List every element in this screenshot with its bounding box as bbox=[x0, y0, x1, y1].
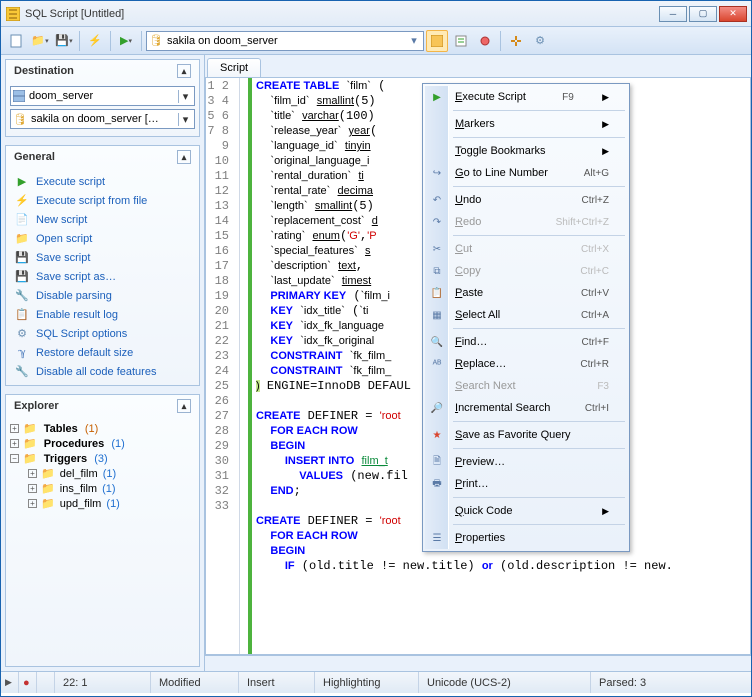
tree-triggers[interactable]: −📁 Triggers (3) bbox=[10, 451, 195, 466]
options-button[interactable]: ⚙ bbox=[529, 30, 551, 52]
status-highlighting: Highlighting bbox=[315, 672, 419, 693]
tree-trigger-item[interactable]: +📁 del_film (1) bbox=[10, 466, 195, 481]
menu-item[interactable]: 📋PasteCtrl+V bbox=[425, 282, 627, 304]
menu-item[interactable]: ▶Execute ScriptF9▶ bbox=[425, 86, 627, 108]
maximize-button[interactable]: ▢ bbox=[689, 6, 717, 22]
status-parsed: Parsed: 3 bbox=[591, 672, 751, 693]
sidebar: Destination ▴ doom_server ▾ 🛢 sakila on d… bbox=[1, 55, 205, 671]
general-link[interactable]: 📄New script bbox=[10, 210, 195, 229]
menu-item[interactable]: 🔎Incremental SearchCtrl+I bbox=[425, 397, 627, 419]
tab-script[interactable]: Script bbox=[207, 58, 261, 77]
general-link[interactable]: 📋Enable result log bbox=[10, 305, 195, 324]
status-bar: ▶ ● 22: 1 Modified Insert Highlighting U… bbox=[1, 671, 751, 693]
general-link[interactable]: ⚙SQL Script options bbox=[10, 324, 195, 343]
window-title: SQL Script [Untitled] bbox=[25, 8, 659, 20]
horizontal-scrollbar[interactable] bbox=[205, 655, 751, 671]
general-link[interactable]: 🔧Disable all code features bbox=[10, 362, 195, 381]
main-toolbar: 📁▾ 💾▾ ⚡ ▶▾ 🛢 sakila on doom_server ▾ ⚙ bbox=[1, 27, 751, 55]
general-link[interactable]: ℽRestore default size bbox=[10, 343, 195, 362]
save-button[interactable]: 💾▾ bbox=[53, 30, 75, 52]
close-button[interactable]: ✕ bbox=[719, 6, 747, 22]
open-button[interactable]: 📁▾ bbox=[29, 30, 51, 52]
minimize-button[interactable]: ─ bbox=[659, 6, 687, 22]
status-position: 22: 1 bbox=[55, 672, 151, 693]
tree-trigger-item[interactable]: +📁 ins_film (1) bbox=[10, 481, 195, 496]
menu-item[interactable]: ᴬᴮReplace…Ctrl+R bbox=[425, 353, 627, 375]
database-combo[interactable]: 🛢 sakila on doom_server [… ▾ bbox=[10, 109, 195, 129]
general-link[interactable]: ▶Execute script bbox=[10, 172, 195, 191]
menu-item: ↷RedoShift+Ctrl+Z bbox=[425, 211, 627, 233]
menu-item[interactable]: ↪Go to Line NumberAlt+G bbox=[425, 162, 627, 184]
tree-procedures[interactable]: +📁 Procedures (1) bbox=[10, 436, 195, 451]
tree-trigger-item[interactable]: +📁 upd_film (1) bbox=[10, 496, 195, 511]
folder-open-icon: 📁 bbox=[31, 34, 45, 47]
execute-bolt-button[interactable]: ⚡ bbox=[84, 30, 106, 52]
general-link[interactable]: ⚡Execute script from file bbox=[10, 191, 195, 210]
play-status-icon[interactable]: ▶ bbox=[5, 677, 12, 688]
option-c-button[interactable] bbox=[474, 30, 496, 52]
editor-area: Script 1 2 3 4 5 6 7 8 9 10 11 12 13 14 … bbox=[205, 55, 751, 671]
menu-item[interactable]: ↶UndoCtrl+Z bbox=[425, 189, 627, 211]
destination-title: Destination bbox=[14, 65, 74, 77]
general-link[interactable]: 📁Open script bbox=[10, 229, 195, 248]
server-combo[interactable]: doom_server ▾ bbox=[10, 86, 195, 106]
general-link[interactable]: 💾Save script as… bbox=[10, 267, 195, 286]
connection-label: sakila on doom_server bbox=[167, 35, 278, 47]
title-bar: SQL Script [Untitled] ─ ▢ ✕ bbox=[1, 1, 751, 27]
bolt-icon: ⚡ bbox=[88, 34, 102, 47]
tree-tables[interactable]: +📁 Tables (1) bbox=[10, 421, 195, 436]
execute-button[interactable]: ▶▾ bbox=[115, 30, 137, 52]
new-button[interactable] bbox=[5, 30, 27, 52]
status-encoding: Unicode (UCS-2) bbox=[419, 672, 591, 693]
menu-item[interactable]: 🔍Find…Ctrl+F bbox=[425, 331, 627, 353]
general-link[interactable]: 🔧Disable parsing bbox=[10, 286, 195, 305]
menu-item[interactable]: 🗎Preview… bbox=[425, 451, 627, 473]
menu-item[interactable]: Markers▶ bbox=[425, 113, 627, 135]
server-icon bbox=[13, 90, 25, 102]
option-a-button[interactable] bbox=[426, 30, 448, 52]
connection-combo[interactable]: 🛢 sakila on doom_server ▾ bbox=[146, 31, 424, 51]
code-editor[interactable]: 1 2 3 4 5 6 7 8 9 10 11 12 13 14 15 16 1… bbox=[205, 77, 751, 655]
option-d-button[interactable] bbox=[505, 30, 527, 52]
status-insert-mode: Insert bbox=[239, 672, 315, 693]
play-icon: ▶ bbox=[120, 34, 128, 47]
collapse-icon[interactable]: ▴ bbox=[177, 399, 191, 413]
menu-item[interactable]: 🖶Print… bbox=[425, 473, 627, 495]
menu-item: ⧉CopyCtrl+C bbox=[425, 260, 627, 282]
option-b-button[interactable] bbox=[450, 30, 472, 52]
general-link[interactable]: 💾Save script bbox=[10, 248, 195, 267]
save-icon: 💾 bbox=[55, 34, 69, 47]
record-status-icon[interactable]: ● bbox=[23, 677, 30, 689]
explorer-title: Explorer bbox=[14, 400, 59, 412]
menu-item: Search NextF3 bbox=[425, 375, 627, 397]
gear-icon: ⚙ bbox=[535, 34, 545, 47]
collapse-icon[interactable]: ▴ bbox=[177, 150, 191, 164]
database-icon: 🛢 bbox=[149, 34, 163, 47]
status-modified: Modified bbox=[151, 672, 239, 693]
database-icon: 🛢 bbox=[13, 113, 27, 126]
menu-item[interactable]: ★Save as Favorite Query bbox=[425, 424, 627, 446]
context-menu: ▶Execute ScriptF9▶ Markers▶ Toggle Bookmar… bbox=[422, 83, 630, 552]
line-gutter: 1 2 3 4 5 6 7 8 9 10 11 12 13 14 15 16 1… bbox=[206, 78, 240, 654]
menu-item: ✂CutCtrl+X bbox=[425, 238, 627, 260]
menu-item[interactable]: Quick Code▶ bbox=[425, 500, 627, 522]
dropdown-icon: ▾ bbox=[407, 34, 421, 47]
general-title: General bbox=[14, 151, 55, 163]
fold-gutter bbox=[240, 78, 252, 654]
collapse-icon[interactable]: ▴ bbox=[177, 64, 191, 78]
menu-item[interactable]: ☰Properties bbox=[425, 527, 627, 549]
menu-item[interactable]: ▦Select AllCtrl+A bbox=[425, 304, 627, 326]
app-icon bbox=[5, 6, 21, 22]
menu-item[interactable]: Toggle Bookmarks▶ bbox=[425, 140, 627, 162]
